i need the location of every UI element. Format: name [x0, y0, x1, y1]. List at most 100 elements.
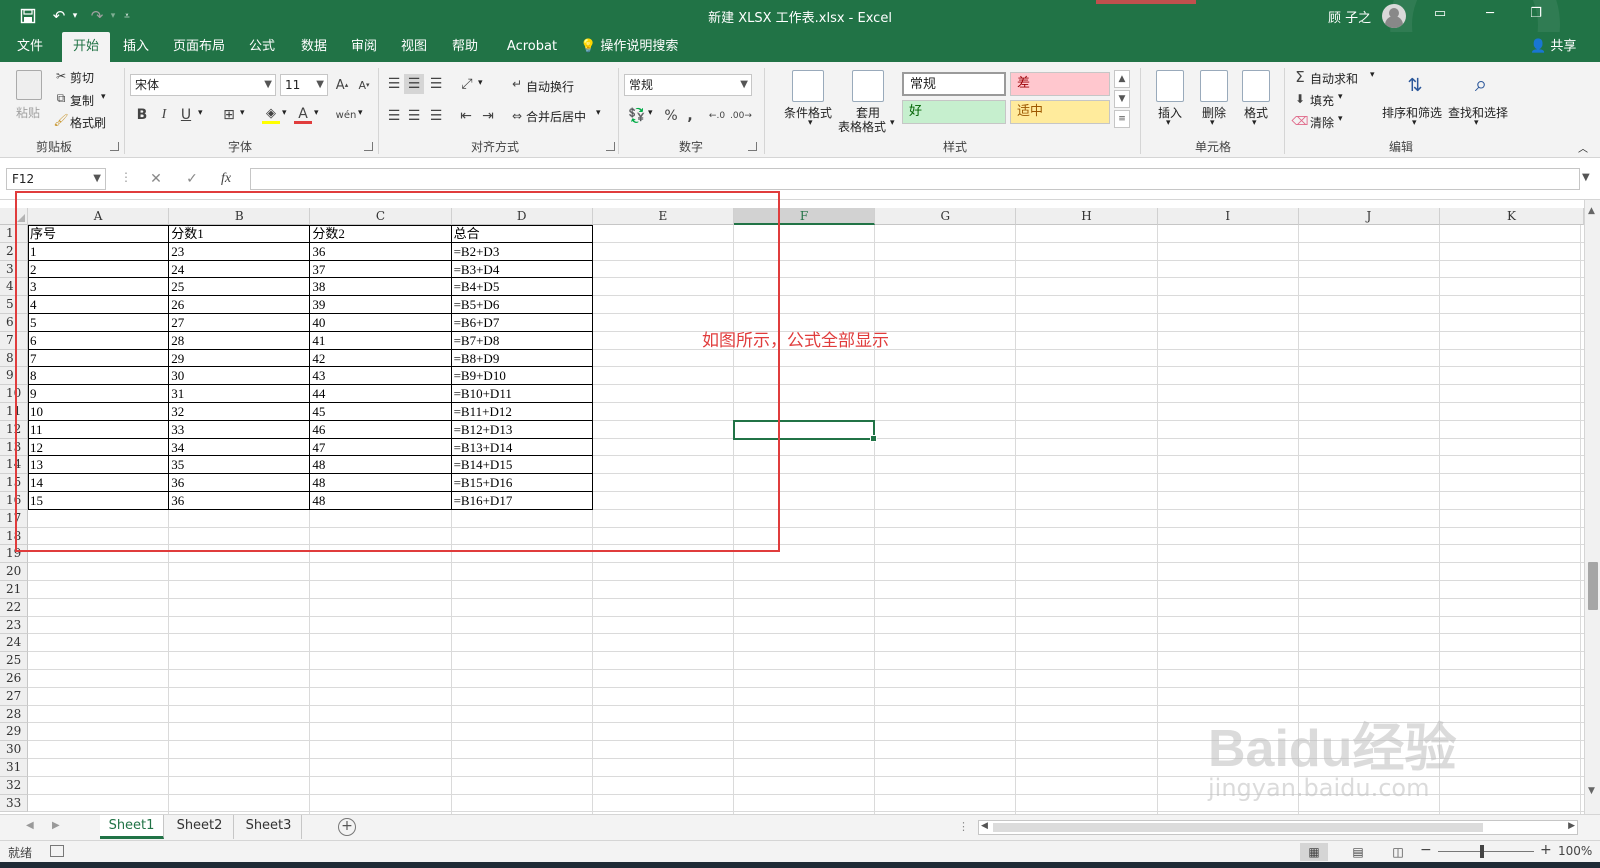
decrease-indent-icon[interactable]: ⇤ [456, 106, 476, 126]
style-good[interactable]: 好 [902, 100, 1006, 124]
conditional-formatting-icon[interactable] [792, 70, 824, 102]
align-center-icon[interactable]: ☰ [404, 106, 424, 126]
restore-icon[interactable]: ❐ [1524, 6, 1548, 26]
zoom-slider-thumb[interactable] [1480, 845, 1484, 858]
zoom-level[interactable]: 100% [1558, 844, 1592, 858]
row-header[interactable]: 31 [0, 759, 28, 777]
scroll-down-icon[interactable]: ▼ [1588, 786, 1595, 796]
column-header-i[interactable]: I [1157, 208, 1299, 225]
sheet-tab-1[interactable]: Sheet1 [100, 815, 164, 839]
format-painter-button[interactable]: 格式刷 [70, 114, 106, 131]
bold-button[interactable]: B [134, 106, 150, 124]
align-bottom-icon[interactable]: ☰ [426, 74, 446, 94]
row-header[interactable]: 33 [0, 794, 28, 813]
share-button[interactable]: 👤 共享 [1530, 32, 1576, 62]
tab-split-handle-icon[interactable]: ⋮ [958, 820, 969, 833]
autosum-button[interactable]: 自动求和 [1310, 70, 1358, 87]
conditional-formatting-dropdown-icon[interactable]: ▾ [808, 118, 813, 128]
orientation-dropdown-icon[interactable]: ▾ [478, 78, 483, 88]
underline-dropdown-icon[interactable]: ▾ [198, 108, 203, 118]
delete-dropdown-icon[interactable]: ▾ [1210, 118, 1215, 128]
add-sheet-icon[interactable]: + [338, 818, 356, 836]
styles-scroll-down-icon[interactable]: ▼ [1114, 90, 1130, 108]
row-header[interactable]: 23 [0, 616, 28, 635]
scroll-right-icon[interactable]: ▶ [1568, 821, 1575, 831]
accounting-format-icon[interactable]: 💱 [626, 106, 648, 126]
tab-insert[interactable]: 插入 [116, 32, 156, 62]
tab-page-layout[interactable]: 页面布局 [170, 32, 228, 62]
tab-review[interactable]: 审阅 [344, 32, 384, 62]
find-select-dropdown-icon[interactable]: ▾ [1474, 118, 1479, 128]
paste-icon[interactable] [16, 70, 42, 100]
sheet-tab-3[interactable]: Sheet3 [236, 815, 302, 839]
row-header[interactable]: 29 [0, 723, 28, 742]
sheet-tab-2[interactable]: Sheet2 [166, 815, 234, 839]
row-header[interactable]: 32 [0, 776, 28, 795]
expand-formula-bar-icon[interactable]: ▼ [1582, 172, 1590, 183]
page-layout-view-icon[interactable]: ▤ [1344, 843, 1372, 861]
accounting-dropdown-icon[interactable]: ▾ [648, 108, 653, 118]
fill-color-dropdown-icon[interactable]: ▾ [282, 108, 287, 118]
tab-acrobat[interactable]: Acrobat [500, 32, 564, 62]
delete-cells-icon[interactable] [1200, 70, 1228, 102]
paste-button[interactable]: 粘贴 [16, 104, 40, 121]
percent-button[interactable]: % [662, 106, 680, 126]
styles-scroll-up-icon[interactable]: ▲ [1114, 70, 1130, 88]
font-color-dropdown-icon[interactable]: ▾ [314, 108, 319, 118]
tab-help[interactable]: 帮助 [445, 32, 485, 62]
style-neutral[interactable]: 适中 [1010, 100, 1110, 124]
clipboard-launcher-icon[interactable] [110, 142, 119, 151]
phonetic-icon[interactable]: wén [336, 106, 357, 124]
merge-center-button[interactable]: 合并后居中 [526, 108, 586, 125]
row-header[interactable]: 26 [0, 670, 28, 688]
user-name[interactable]: 顾 子之 [1328, 7, 1371, 26]
scroll-left-icon[interactable]: ◀ [981, 821, 988, 831]
font-name-select[interactable]: 宋体 ▼ [130, 74, 276, 96]
autosum-dropdown-icon[interactable]: ▾ [1370, 70, 1375, 80]
sort-filter-icon[interactable]: ⇅ [1398, 70, 1432, 100]
enter-icon[interactable]: ✓ [180, 168, 204, 190]
row-header[interactable]: 22 [0, 598, 28, 617]
tab-formulas[interactable]: 公式 [242, 32, 282, 62]
avatar[interactable] [1382, 4, 1406, 28]
minimize-icon[interactable]: ─ [1478, 6, 1502, 26]
align-middle-icon[interactable]: ☰ [404, 74, 424, 94]
horizontal-scrollbar[interactable]: ◀ ▶ [978, 820, 1578, 835]
column-header-g[interactable]: G [875, 208, 1017, 225]
format-cells-icon[interactable] [1242, 70, 1270, 102]
format-as-table-icon[interactable] [852, 70, 884, 102]
vertical-scroll-thumb[interactable] [1588, 562, 1598, 610]
row-header[interactable]: 27 [0, 687, 28, 706]
font-size-select[interactable]: 11 ▼ [280, 74, 328, 96]
tab-data[interactable]: 数据 [294, 32, 334, 62]
decrease-decimal-icon[interactable]: .00→ [730, 106, 752, 126]
styles-more-icon[interactable]: ≡ [1114, 110, 1130, 128]
borders-dropdown-icon[interactable]: ▾ [240, 108, 245, 118]
row-header[interactable]: 20 [0, 563, 28, 581]
number-launcher-icon[interactable] [748, 142, 757, 151]
font-launcher-icon[interactable] [364, 142, 373, 151]
underline-button[interactable]: U [178, 106, 194, 124]
clear-dropdown-icon[interactable]: ▾ [1338, 114, 1343, 124]
row-header[interactable]: 30 [0, 741, 28, 759]
formula-input[interactable] [250, 168, 1580, 190]
number-format-select[interactable]: 常规 ▼ [624, 74, 752, 96]
name-box[interactable]: F12 ▼ [6, 168, 106, 190]
style-bad[interactable]: 差 [1010, 72, 1110, 96]
fill-color-icon[interactable]: ◈ [262, 106, 280, 124]
cut-button[interactable]: 剪切 [70, 69, 94, 86]
copy-button[interactable]: 复制 [70, 92, 94, 109]
alignment-launcher-icon[interactable] [606, 142, 615, 151]
insert-function-icon[interactable]: fx [214, 168, 238, 190]
phonetic-dropdown-icon[interactable]: ▾ [358, 108, 363, 118]
tab-home[interactable]: 开始 [62, 32, 110, 62]
formula-bar-grip-icon[interactable]: ⋮ [120, 170, 132, 184]
column-header-j[interactable]: J [1298, 208, 1440, 225]
clear-button[interactable]: 清除 [1310, 114, 1334, 131]
collapse-ribbon-icon[interactable]: ︿ [1578, 140, 1588, 155]
borders-icon[interactable]: ⊞ [220, 106, 238, 124]
column-header-k[interactable]: K [1440, 208, 1584, 225]
align-right-icon[interactable]: ☰ [426, 106, 446, 126]
row-header[interactable]: 21 [0, 581, 28, 599]
macro-record-icon[interactable] [50, 845, 64, 857]
